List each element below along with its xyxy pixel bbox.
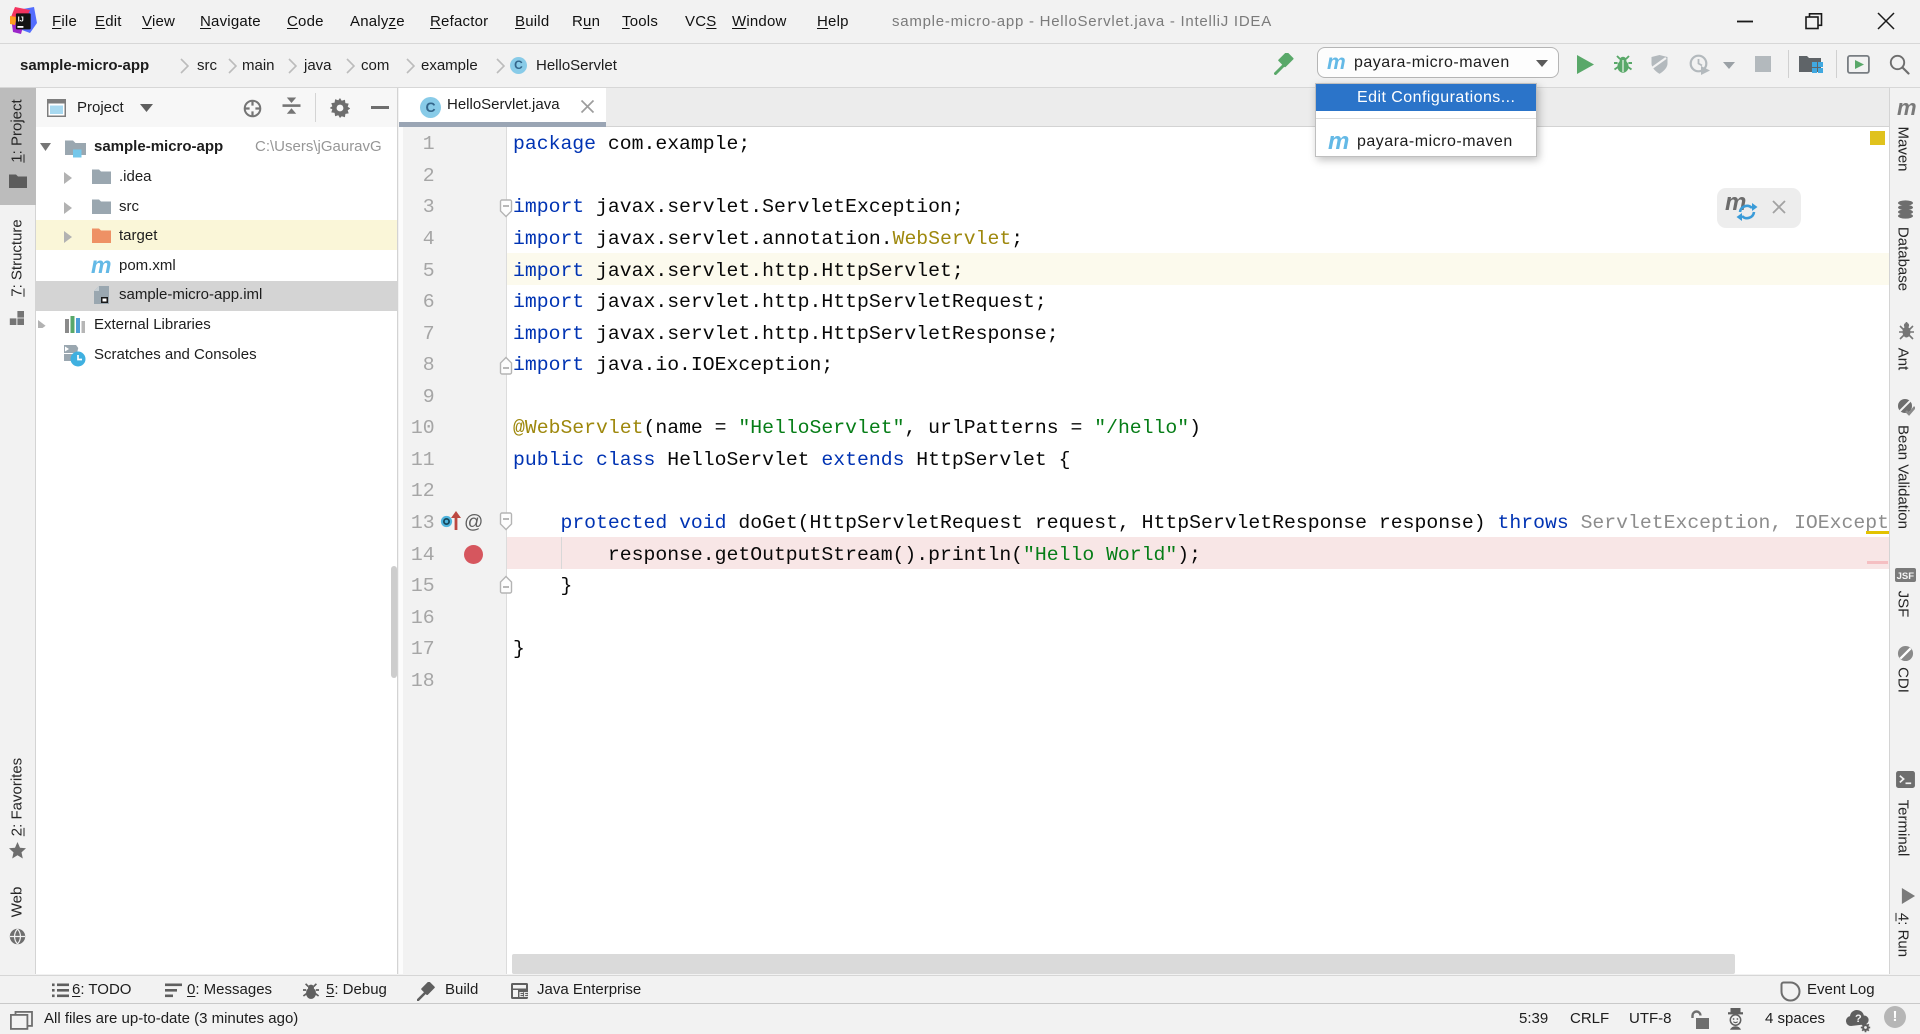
svg-text:EE: EE xyxy=(519,992,528,999)
svg-text:IJ: IJ xyxy=(18,15,24,24)
svg-text:JSF: JSF xyxy=(1897,571,1915,582)
svg-text:?: ? xyxy=(1855,1013,1862,1025)
